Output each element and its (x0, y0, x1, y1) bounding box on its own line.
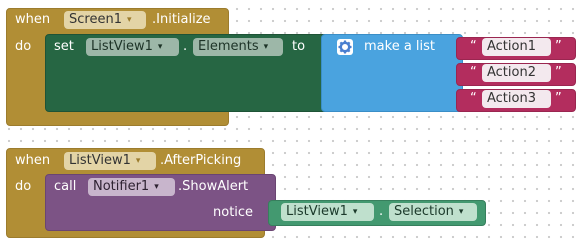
quote-open: “ (470, 65, 477, 80)
call-label: call (54, 179, 77, 194)
component-dropdown-listview1[interactable]: ListView1 ▾ (281, 203, 374, 221)
notice-param-label: notice (213, 205, 254, 220)
do-label: do (15, 179, 32, 194)
chevron-down-icon: ▾ (263, 42, 269, 52)
text-value-action1[interactable]: Action1 (482, 38, 551, 56)
chevron-down-icon: ▾ (126, 15, 132, 25)
chevron-down-icon: ▾ (458, 207, 464, 217)
property-name: Selection (394, 204, 454, 219)
text-value-action2[interactable]: Action2 (482, 64, 551, 82)
do-label: do (15, 39, 32, 54)
dot-label: . (379, 204, 384, 219)
chevron-down-icon: ▾ (352, 207, 358, 217)
component-dropdown-screen1[interactable]: Screen1 ▾ (64, 11, 146, 29)
text-value-action3[interactable]: Action3 (482, 90, 551, 108)
when-label: when (15, 153, 51, 168)
event-name-label: .AfterPicking (160, 153, 242, 168)
set-label: set (54, 39, 74, 54)
make-a-list-label: make a list (364, 39, 436, 54)
component-dropdown-listview1[interactable]: ListView1 ▾ (64, 152, 156, 170)
method-name-label: .ShowAlert (178, 179, 249, 194)
chevron-down-icon: ▾ (135, 156, 141, 166)
gear-icon (338, 40, 352, 54)
quote-close: ” (555, 65, 562, 80)
component-name: Screen1 (69, 12, 122, 27)
chevron-down-icon: ▾ (154, 182, 159, 192)
component-dropdown-listview1[interactable]: ListView1 ▾ (86, 38, 179, 56)
chevron-down-icon: ▾ (157, 42, 163, 52)
component-dropdown-notifier1[interactable]: Notifier1 ▾ (88, 178, 175, 196)
component-name: ListView1 (91, 39, 153, 54)
dot-label: . (183, 39, 188, 54)
component-name: ListView1 (286, 204, 348, 219)
mutator-gear-icon[interactable] (337, 39, 353, 55)
component-name: ListView1 (69, 153, 131, 168)
to-label: to (292, 39, 306, 54)
quote-open: “ (470, 39, 477, 54)
when-label: when (15, 12, 51, 27)
quote-open: “ (470, 91, 477, 106)
property-dropdown-elements[interactable]: Elements ▾ (193, 38, 283, 56)
property-dropdown-selection[interactable]: Selection ▾ (389, 203, 477, 221)
property-name: Elements (198, 39, 259, 54)
quote-close: ” (555, 91, 562, 106)
event-name-label: .Initialize (152, 12, 211, 27)
quote-close: ” (555, 39, 562, 54)
component-name: Notifier1 (93, 179, 150, 194)
